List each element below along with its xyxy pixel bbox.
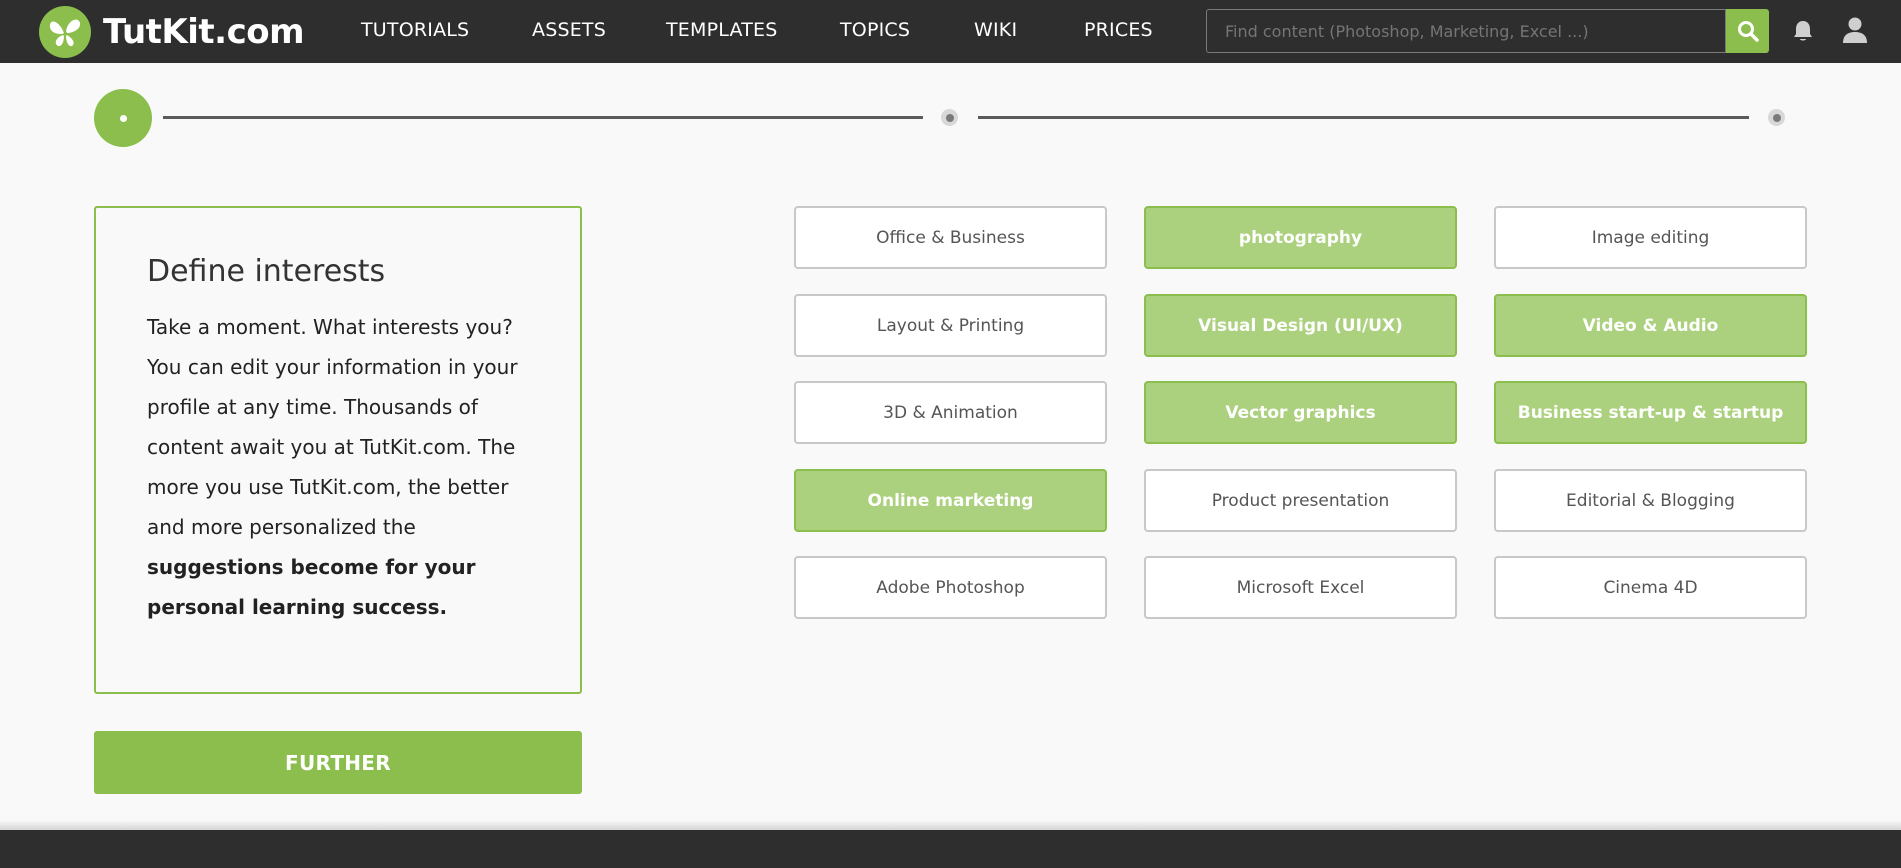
profile-button[interactable]	[1840, 14, 1870, 46]
footer-bar	[0, 830, 1901, 868]
site-logo[interactable]: TutKit.com	[39, 6, 305, 58]
intro-text-bold: suggestions become for your personal lea…	[147, 555, 476, 619]
search-input[interactable]	[1206, 9, 1726, 53]
interest-vector-graphics[interactable]: Vector graphics	[1144, 381, 1457, 444]
search-button[interactable]	[1726, 9, 1769, 53]
top-navigation-bar: TutKit.com TUTORIALS ASSETS TEMPLATES TO…	[0, 0, 1901, 63]
nav-tutorials[interactable]: TUTORIALS	[361, 19, 469, 41]
search-icon	[1737, 21, 1759, 42]
nav-topics[interactable]: TOPICS	[840, 19, 910, 41]
step-3	[1768, 109, 1785, 126]
nav-templates[interactable]: TEMPLATES	[666, 19, 777, 41]
step-connector	[163, 116, 923, 119]
butterfly-logo-icon	[39, 6, 91, 58]
intro-text: Take a moment. What interests you? You c…	[147, 307, 536, 627]
logo-wordmark: TutKit.com	[103, 12, 305, 52]
interest-product-presentation[interactable]: Product presentation	[1144, 469, 1457, 532]
notifications-button[interactable]	[1790, 16, 1816, 46]
interest-adobe-photoshop[interactable]: Adobe Photoshop	[794, 556, 1107, 619]
step-1-active	[94, 89, 152, 147]
nav-wiki[interactable]: WIKI	[974, 19, 1017, 41]
user-icon	[1843, 17, 1867, 43]
further-button[interactable]: FURTHER	[94, 731, 582, 794]
interest-microsoft-excel[interactable]: Microsoft Excel	[1144, 556, 1457, 619]
interest-cinema-4d[interactable]: Cinema 4D	[1494, 556, 1807, 619]
interests-info-card: Define interests Take a moment. What int…	[94, 206, 582, 694]
intro-text-regular: Take a moment. What interests you? You c…	[147, 315, 518, 539]
step-dot-icon	[119, 114, 127, 122]
interest-layout-printing[interactable]: Layout & Printing	[794, 294, 1107, 357]
interest-video-audio[interactable]: Video & Audio	[1494, 294, 1807, 357]
interest-office-business[interactable]: Office & Business	[794, 206, 1107, 269]
nav-prices[interactable]: PRICES	[1084, 19, 1153, 41]
nav-assets[interactable]: ASSETS	[532, 19, 606, 41]
interest-3d-animation[interactable]: 3D & Animation	[794, 381, 1107, 444]
bell-icon	[1794, 21, 1812, 41]
interest-photography[interactable]: photography	[1144, 206, 1457, 269]
step-2	[941, 109, 958, 126]
interest-editorial-blogging[interactable]: Editorial & Blogging	[1494, 469, 1807, 532]
page-title: Define interests	[147, 254, 386, 289]
footer-shadow	[0, 820, 1901, 830]
interest-image-editing[interactable]: Image editing	[1494, 206, 1807, 269]
interest-online-marketing[interactable]: Online marketing	[794, 469, 1107, 532]
interest-visual-design[interactable]: Visual Design (UI/UX)	[1144, 294, 1457, 357]
interest-business-startup[interactable]: Business start-up & startup	[1494, 381, 1807, 444]
step-connector	[978, 116, 1749, 119]
